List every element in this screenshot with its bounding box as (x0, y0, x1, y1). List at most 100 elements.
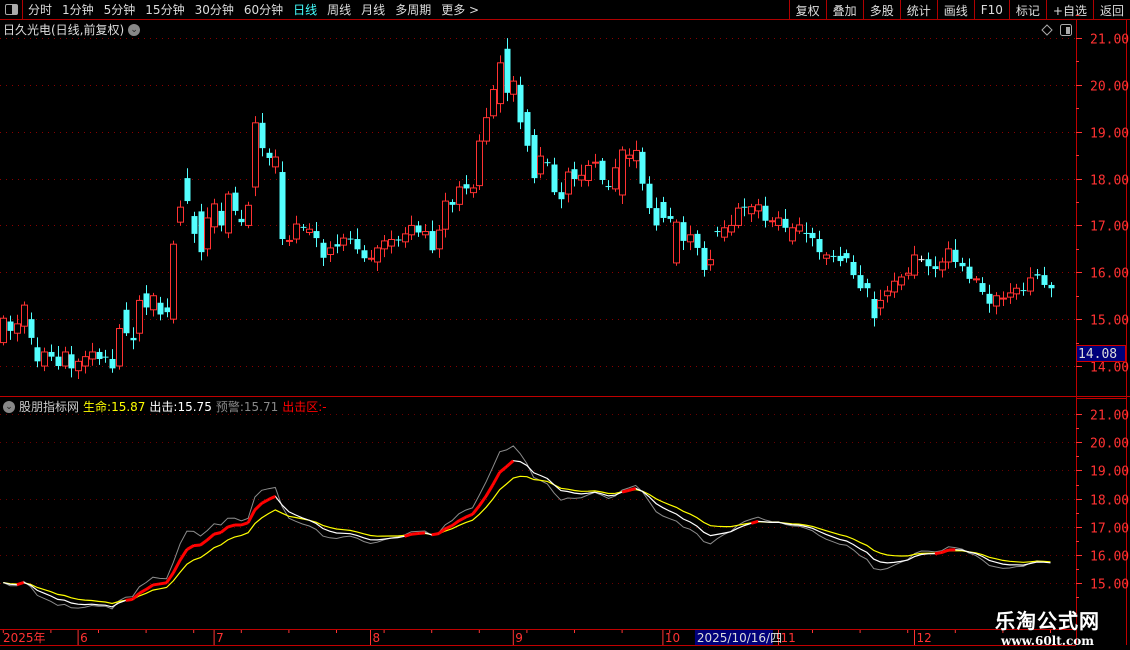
candle (850, 255, 857, 279)
candle-body (959, 262, 966, 267)
candle (755, 198, 762, 219)
diamond-icon (1041, 24, 1053, 36)
candle-body (198, 211, 205, 253)
candle (191, 211, 198, 243)
candle-body (361, 250, 368, 259)
candle-body (415, 225, 422, 233)
candle (41, 347, 48, 372)
attack-zone-segment (171, 559, 182, 574)
candle-body (449, 202, 456, 205)
candle-body (823, 254, 830, 259)
candle-body (116, 328, 123, 367)
candle (809, 227, 816, 247)
candle-body (537, 155, 544, 175)
candle-body (306, 228, 313, 233)
candle-body (1027, 277, 1034, 292)
candle (741, 198, 748, 217)
cursor-date-label: 2025/10/16/四 (697, 631, 782, 645)
candle-body (89, 351, 96, 360)
candle (979, 277, 986, 295)
candle (327, 241, 334, 262)
candle (300, 224, 307, 231)
candle-body (510, 80, 517, 95)
candle-body (721, 227, 728, 238)
attack-zone-segment (186, 544, 195, 551)
panel-toggle-icon-fill (1066, 27, 1070, 34)
candle (334, 234, 341, 254)
candle (1048, 282, 1055, 298)
candle (218, 202, 225, 232)
candle (592, 153, 599, 168)
candle-body (939, 261, 946, 271)
candle-body (544, 162, 551, 164)
candle (694, 230, 701, 256)
candle-body (62, 351, 69, 367)
candle-body (531, 135, 538, 179)
candle (945, 241, 952, 269)
candle-body (68, 354, 75, 369)
candle-body (585, 164, 592, 181)
candle (395, 235, 402, 247)
candle-body (952, 249, 959, 262)
candle (109, 349, 116, 373)
candle (973, 276, 980, 283)
candle-body (422, 231, 429, 236)
candle-body (191, 216, 198, 234)
candle (211, 198, 218, 234)
attack-zone-segment (411, 532, 419, 536)
candle-body (476, 140, 483, 187)
candle (293, 215, 300, 244)
candle (374, 245, 381, 272)
candle-body (320, 242, 327, 258)
attack-zone-segment (199, 538, 209, 547)
candle-body (714, 231, 721, 233)
candle-body (979, 283, 986, 292)
candle (823, 252, 830, 265)
candle (1013, 283, 1020, 300)
candle-body (327, 247, 334, 255)
candle-body (803, 232, 810, 234)
candle-body (748, 206, 755, 215)
candle (164, 298, 171, 318)
candle-body (762, 205, 769, 221)
indicator-tick-label: 18.00 (1090, 494, 1129, 509)
candle-body (599, 160, 606, 180)
candle (510, 75, 517, 102)
candle (266, 148, 273, 166)
candle-body (34, 347, 41, 362)
candle-body (463, 184, 470, 189)
price-tick-label: 14.00 (1090, 361, 1129, 376)
attack-zone-segment (240, 521, 249, 527)
candle (789, 223, 796, 245)
attack-zone-segment (152, 582, 160, 587)
candle-body (259, 122, 266, 149)
attack-zone-segment (491, 471, 502, 486)
candle-body (483, 117, 490, 142)
candle (470, 184, 477, 198)
candle (612, 158, 619, 192)
candle-body (347, 238, 354, 240)
candle (939, 257, 946, 278)
candle-body (225, 193, 232, 234)
candle-body (966, 266, 973, 279)
month-label: 10 (665, 631, 680, 645)
candle (177, 200, 184, 226)
candle-body (857, 275, 864, 289)
candle-body (266, 152, 273, 158)
candle-body (130, 337, 137, 341)
candle (544, 158, 551, 167)
watermark: 乐淘公式网 www.60lt.com (995, 605, 1100, 648)
candle-body (660, 202, 667, 218)
candle-body (408, 224, 415, 236)
candle (184, 168, 191, 204)
candle-body (238, 218, 245, 223)
candle (449, 199, 456, 213)
kline-chart[interactable]: 21.00 20.00 19.00 18.00 17.00 16.00 15.00 14.00… (0, 0, 1130, 650)
candle-body (612, 167, 619, 190)
candle-body (28, 319, 35, 338)
candle (1041, 266, 1048, 288)
candle-body (368, 257, 375, 260)
candle (558, 182, 565, 209)
attack-zone-segment (478, 495, 488, 507)
candle (388, 230, 395, 254)
